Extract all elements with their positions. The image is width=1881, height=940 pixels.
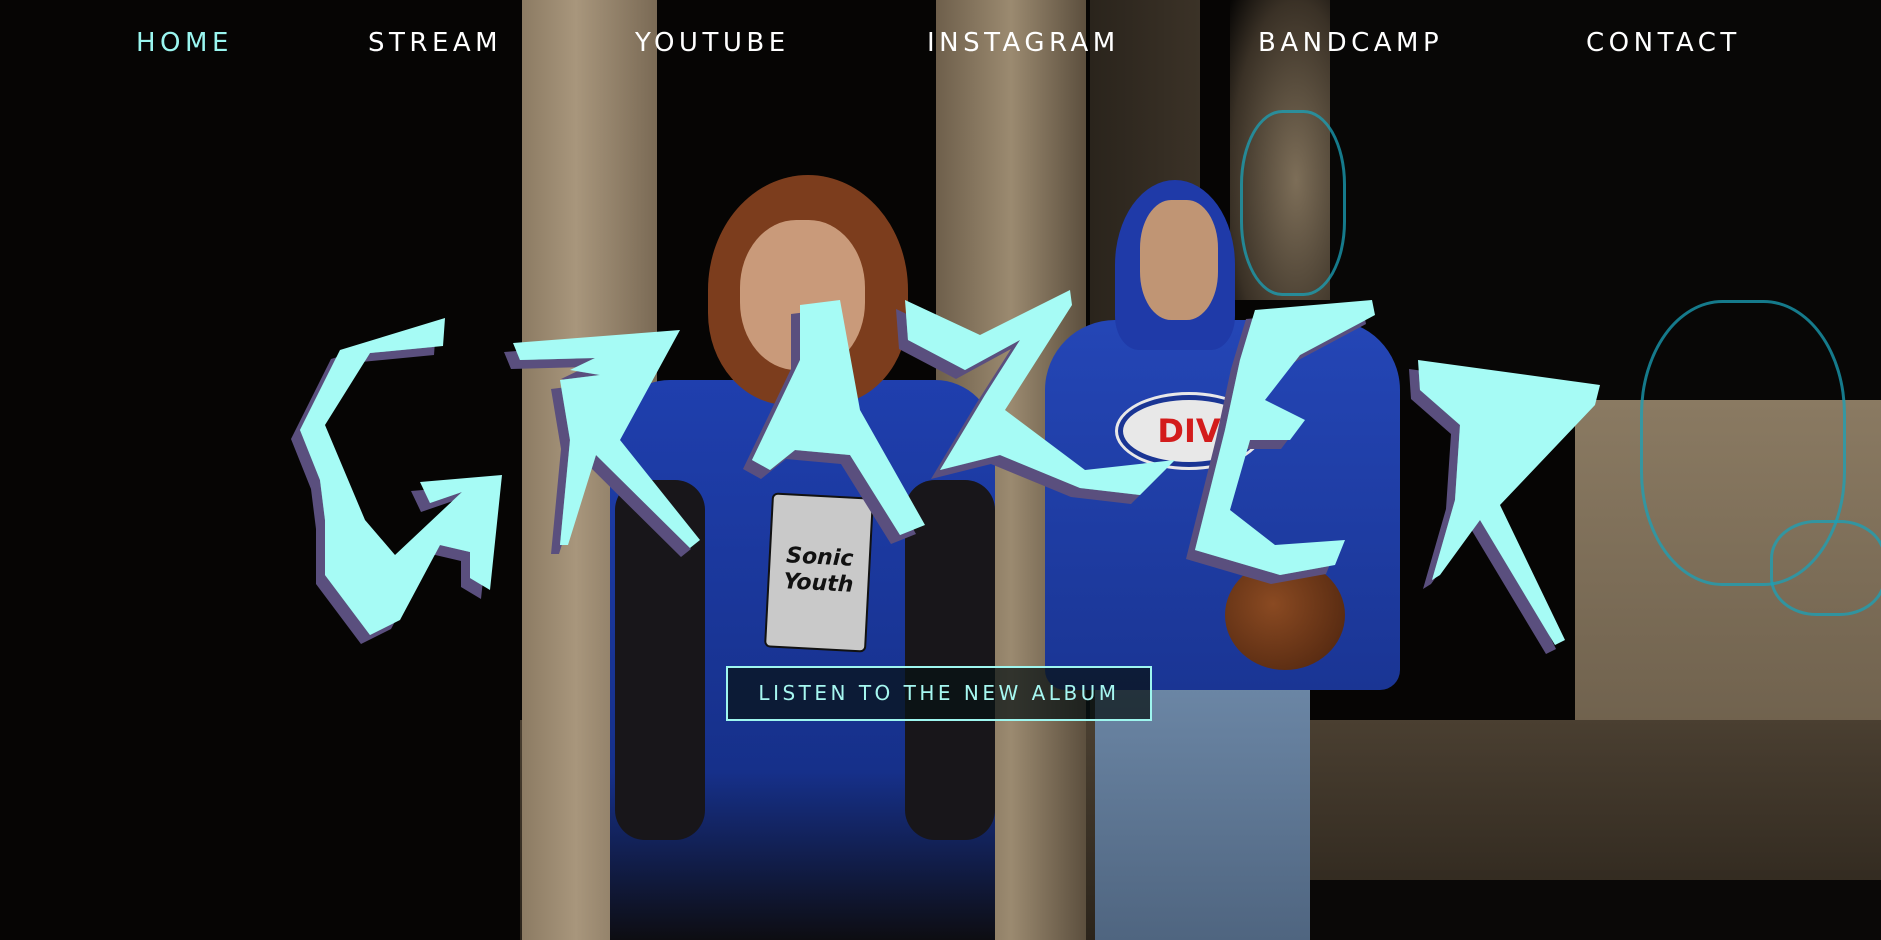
nav-stream-link[interactable]: STREAM [368, 24, 502, 62]
nav-contact-link[interactable]: CONTACT [1586, 24, 1741, 62]
person-man-face [1140, 200, 1218, 320]
nav-instagram-link[interactable]: INSTAGRAM [927, 24, 1120, 62]
nav-bandcamp-link[interactable]: BANDCAMP [1258, 24, 1443, 62]
listen-new-album-button[interactable]: LISTEN TO THE NEW ALBUM [726, 666, 1152, 721]
nav-home-link[interactable]: HOME [136, 24, 233, 62]
person-man-hoodie [1045, 320, 1400, 690]
person-woman-sleeve [905, 480, 995, 840]
hero-section: Sonic Youth DIV HOME STREAM YOUTUBE INST… [0, 0, 1881, 940]
person-woman-face [740, 220, 865, 370]
graffiti-mark [1770, 520, 1881, 616]
basketball [1225, 560, 1345, 670]
hoodie-print: DIV [1115, 392, 1263, 470]
main-nav: HOME STREAM YOUTUBE INSTAGRAM BANDCAMP C… [0, 0, 1881, 85]
tshirt-print: Sonic Youth [764, 492, 874, 653]
person-woman-sleeve [615, 480, 705, 840]
graffiti-mark [1240, 110, 1346, 296]
nav-youtube-link[interactable]: YOUTUBE [635, 24, 790, 62]
